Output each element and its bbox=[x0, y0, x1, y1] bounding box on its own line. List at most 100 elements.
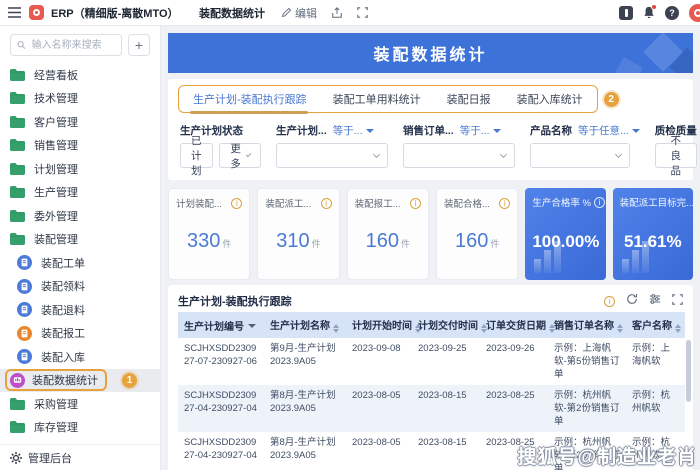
banner-title: 装配数据统计 bbox=[373, 41, 487, 65]
sidebar-item-folder[interactable]: 技术管理 bbox=[0, 87, 160, 111]
sidebar-item-label: 销售管理 bbox=[34, 137, 78, 153]
column-header-sales-order[interactable]: 销售订单名称 bbox=[548, 312, 626, 338]
cell-customer: 示例：上海帆软 bbox=[626, 338, 685, 385]
sidebar-item-label: 采购管理 bbox=[34, 396, 78, 412]
filter-select-product[interactable] bbox=[530, 143, 630, 168]
chevron-down-icon bbox=[500, 151, 507, 158]
column-header-start-date[interactable]: 计划开始时间 bbox=[346, 312, 412, 338]
search-input[interactable] bbox=[30, 39, 115, 52]
sidebar-item-folder[interactable]: 经营看板 bbox=[0, 63, 160, 87]
column-header-plan-name[interactable]: 生产计划名称 bbox=[264, 312, 346, 338]
sidebar-item-folder-assembly[interactable]: 装配管理 bbox=[0, 228, 160, 252]
info-icon[interactable]: i bbox=[231, 198, 242, 209]
notification-dot bbox=[651, 4, 657, 10]
sidebar-item-folder[interactable]: 委外管理 bbox=[0, 204, 160, 228]
stat-card-title: 生产合格率 % bbox=[532, 195, 591, 209]
filter-select-order[interactable] bbox=[403, 143, 515, 168]
info-icon[interactable]: i bbox=[604, 296, 615, 307]
app-logo-icon bbox=[29, 5, 44, 20]
sidebar-item-label: 技术管理 bbox=[34, 90, 78, 106]
sidebar-item-assembly-statistics[interactable]: 装配数据统计 1 bbox=[0, 369, 160, 393]
sidebar-item-folder-purchase[interactable]: 采购管理 bbox=[0, 392, 160, 416]
sidebar-item-assembly-picking[interactable]: 装配领料 bbox=[0, 275, 160, 299]
table-scrollbar[interactable] bbox=[686, 340, 691, 402]
sidebar-item-folder[interactable]: 生产管理 bbox=[0, 181, 160, 205]
column-settings-button[interactable] bbox=[649, 292, 661, 310]
column-header-delivery-date[interactable]: 计划交付时间 bbox=[412, 312, 480, 338]
filter-operator[interactable]: 等于... bbox=[460, 123, 501, 138]
filter-product-name: 产品名称 等于任意... bbox=[530, 123, 640, 168]
watermark-text: 搜狐号@制造业老肖 bbox=[517, 442, 697, 469]
info-icon[interactable]: i bbox=[594, 197, 605, 208]
folder-icon bbox=[10, 398, 25, 410]
filter-button-planned[interactable]: 已计划 bbox=[180, 143, 213, 168]
cell-delivery-date: 2023-08-15 bbox=[412, 432, 480, 470]
info-icon[interactable]: i bbox=[410, 198, 421, 209]
filter-caret-icon bbox=[248, 324, 256, 328]
column-header-order-date[interactable]: 订单交货日期 bbox=[480, 312, 548, 338]
folder-icon bbox=[10, 233, 25, 245]
stat-card-unit: 件 bbox=[401, 239, 410, 249]
stat-card-pass-rate: 生产合格率 %i 100.00% bbox=[525, 188, 605, 280]
add-button[interactable]: + bbox=[128, 34, 150, 56]
user-avatar[interactable] bbox=[689, 4, 700, 22]
sidebar-item-assembly-workorder[interactable]: 装配工单 bbox=[0, 251, 160, 275]
chevron-down-icon bbox=[245, 152, 251, 158]
info-icon[interactable]: i bbox=[321, 198, 332, 209]
admin-backend-button[interactable]: 管理后台 bbox=[0, 444, 160, 470]
sidebar-item-label: 委外管理 bbox=[34, 208, 78, 224]
info-icon[interactable]: i bbox=[499, 198, 510, 209]
sort-icon bbox=[617, 324, 623, 333]
tab-workorder-material-stats[interactable]: 装配工单用料统计 bbox=[333, 91, 421, 107]
cell-plan-name: 第8月-生产计划 2023.9A05 bbox=[264, 432, 346, 470]
cell-order-date: 2023-08-25 bbox=[480, 385, 548, 432]
cell-sales-order: 示例：杭州帆软-第2份销售订单 bbox=[548, 385, 626, 432]
stat-card-value: 160件 bbox=[455, 230, 499, 253]
table-toolbar: i bbox=[604, 292, 683, 310]
sidebar-item-assembly-inbound[interactable]: 装配入库 bbox=[0, 345, 160, 369]
sidebar-item-assembly-report[interactable]: 装配报工 bbox=[0, 322, 160, 346]
tab-inbound-stats[interactable]: 装配入库统计 bbox=[517, 91, 583, 107]
folder-icon bbox=[10, 186, 25, 198]
sidebar-item-assembly-return[interactable]: 装配退料 bbox=[0, 298, 160, 322]
tabs-filter-panel: 生产计划-装配执行跟踪 装配工单用料统计 装配日报 装配入库统计 2 生产计划状… bbox=[168, 79, 693, 180]
stat-card-value: 330件 bbox=[187, 230, 231, 253]
annotation-tabs-box: 生产计划-装配执行跟踪 装配工单用料统计 装配日报 装配入库统计 bbox=[178, 85, 598, 113]
notification-bell-button[interactable] bbox=[643, 6, 655, 19]
cell-start-date: 2023-08-05 bbox=[346, 385, 412, 432]
table-header-row: 生产计划编号 生产计划名称 计划开始时间 计划交付时间 订单交货日期 销售订单名… bbox=[178, 312, 685, 338]
hamburger-menu-icon[interactable] bbox=[8, 7, 21, 18]
filter-quality: 质检质量 不良品 bbox=[655, 123, 697, 168]
folder-icon bbox=[10, 163, 25, 175]
filter-operator[interactable]: 等于... bbox=[333, 123, 374, 138]
sidebar-item-folder-inventory[interactable]: 库存管理 bbox=[0, 416, 160, 440]
chevron-down-icon bbox=[373, 151, 380, 158]
fullscreen-button[interactable] bbox=[357, 7, 368, 18]
refresh-button[interactable] bbox=[626, 292, 638, 310]
cell-plan-no: SCJHXSDD2309 27-04-230927-04 bbox=[178, 385, 264, 432]
folder-icon bbox=[10, 210, 25, 222]
filter-bar: 生产计划状态 已计划 更多 生产计划... 等于... 销售订单... bbox=[168, 115, 693, 180]
caret-down-icon bbox=[632, 129, 640, 133]
column-header-plan-no[interactable]: 生产计划编号 bbox=[178, 312, 264, 338]
filter-button-more[interactable]: 更多 bbox=[219, 143, 262, 168]
column-header-customer[interactable]: 客户名称 bbox=[626, 312, 685, 338]
sidebar-item-label: 计划管理 bbox=[34, 161, 78, 177]
expand-table-button[interactable] bbox=[672, 292, 683, 310]
pencil-icon bbox=[281, 7, 292, 18]
tab-plan-execution-tracking[interactable]: 生产计划-装配执行跟踪 bbox=[193, 91, 307, 107]
help-button[interactable]: ? bbox=[665, 6, 679, 20]
sidebar-item-folder[interactable]: 计划管理 bbox=[0, 157, 160, 181]
sidebar-item-folder[interactable]: 客户管理 bbox=[0, 110, 160, 134]
share-button[interactable] bbox=[331, 7, 343, 19]
app-panel-icon[interactable] bbox=[619, 6, 633, 20]
sidebar-item-folder[interactable]: 销售管理 bbox=[0, 134, 160, 158]
filter-select-plan[interactable] bbox=[276, 143, 388, 168]
filter-operator[interactable]: 等于任意... bbox=[578, 123, 640, 138]
tab-assembly-daily[interactable]: 装配日报 bbox=[447, 91, 491, 107]
gear-icon bbox=[10, 452, 22, 464]
edit-button[interactable]: 编辑 bbox=[281, 5, 317, 21]
doc-circle-icon bbox=[17, 302, 32, 317]
filter-label: 销售订单... bbox=[403, 123, 454, 138]
filter-button-defective[interactable]: 不良品 bbox=[655, 143, 697, 168]
